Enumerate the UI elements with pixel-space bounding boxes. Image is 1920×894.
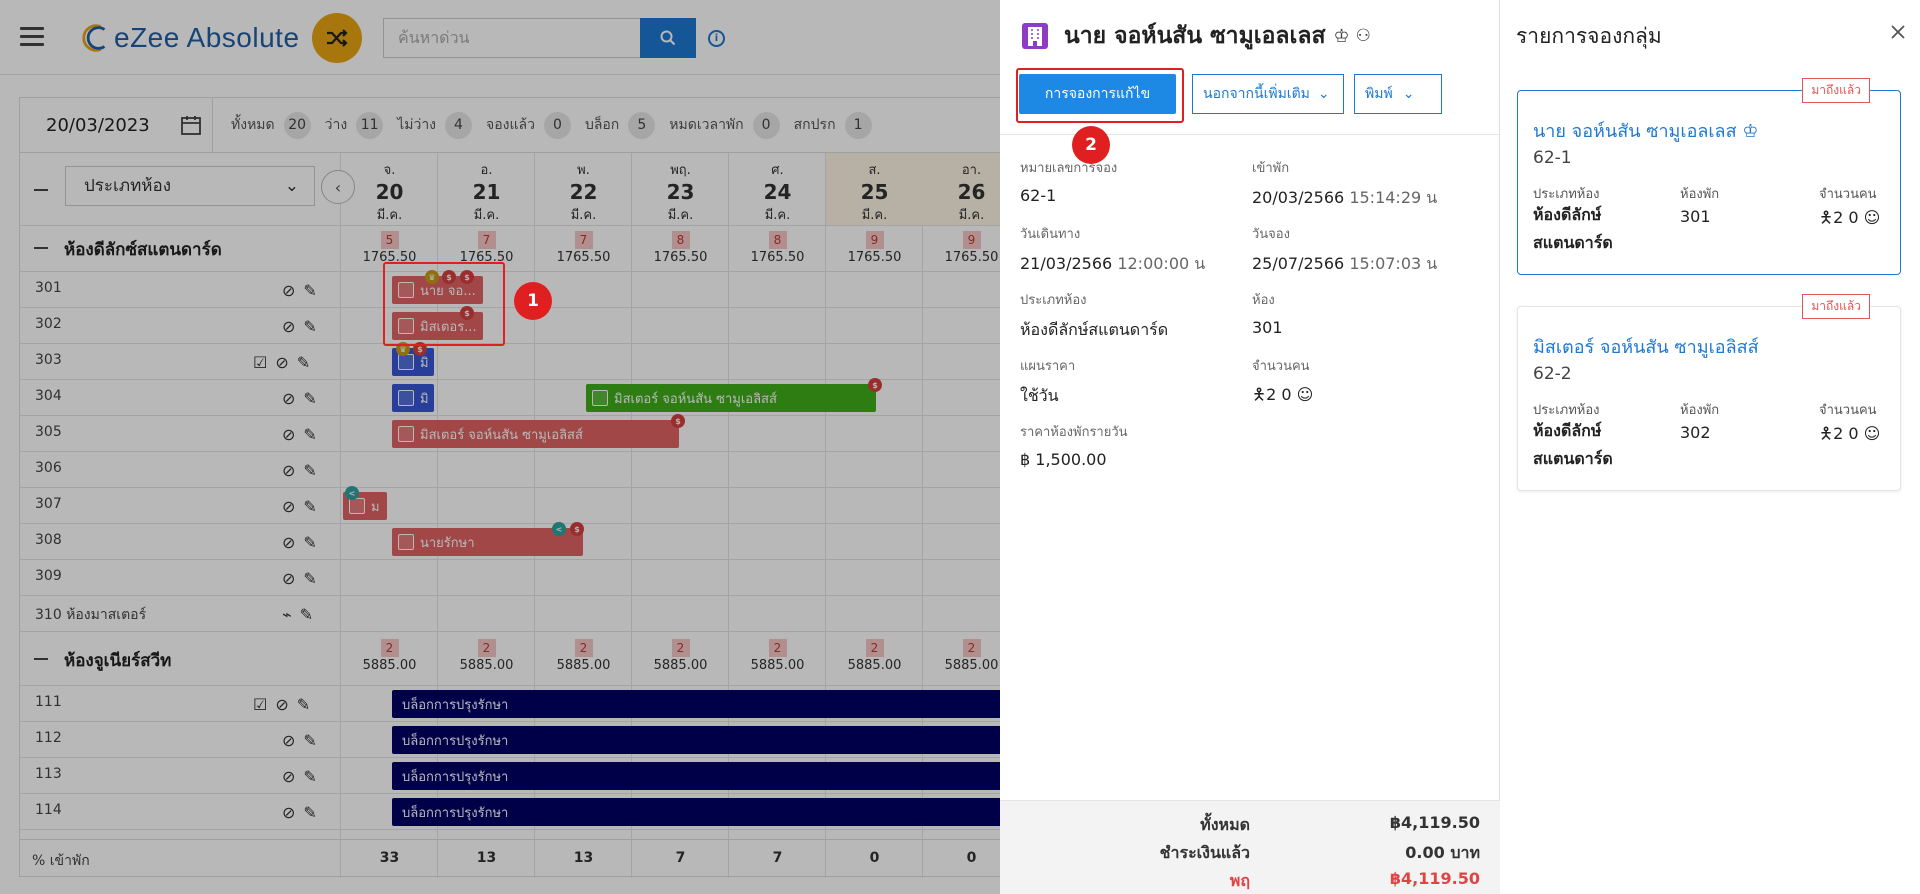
card-field-label: ห้องพัก	[1680, 403, 1720, 418]
card-room-type: ห้องดีลักษ์ สแตนดาร์ด	[1533, 205, 1613, 252]
field-label: ประเภทห้อง	[1020, 293, 1087, 308]
card-room: 302	[1680, 423, 1711, 442]
card-pax: 🯅2 0 ☺	[1819, 207, 1880, 234]
field-label: ห้อง	[1252, 293, 1275, 308]
card-field-label: ห้องพัก	[1680, 187, 1720, 202]
card-guest-name[interactable]: นาย จอห์นสัน ซามูเอลเลส ♔	[1533, 116, 1758, 145]
rate-plan-field: แผนราคาใช้วัน	[1020, 355, 1075, 409]
adult-icon: 🯅	[1819, 424, 1834, 443]
more-actions-label: นอกจากนี้เพิ่มเติม	[1203, 86, 1310, 102]
child-icon: ☺	[1858, 424, 1881, 443]
step-marker-2: 2	[1072, 126, 1110, 164]
print-label: พิมพ์	[1365, 86, 1393, 102]
total-value: ฿4,119.50	[1389, 813, 1480, 832]
card-field-label: จำนวนคน	[1819, 187, 1877, 202]
checkin-time: 15:14:29 น	[1349, 188, 1438, 207]
card-room: 301	[1680, 207, 1711, 226]
field-label: แผนราคา	[1020, 359, 1076, 374]
chevron-down-icon: ⌄	[1402, 86, 1415, 102]
pax-value: 2 0	[1833, 424, 1859, 443]
field-label: จำนวนคน	[1252, 359, 1310, 374]
pax-value: 2 0	[1266, 385, 1292, 404]
group-reservation-card[interactable]: มาถึงแล้ว นาย จอห์นสัน ซามูเอลเลส ♔ 62-1…	[1517, 78, 1901, 275]
close-icon[interactable]	[1890, 24, 1906, 40]
adult-icon: 🯅	[1252, 385, 1267, 404]
departure-time: 12:00:00 น	[1117, 254, 1206, 273]
field-label: หมายเลขการจอง	[1020, 161, 1118, 176]
booking-date: 25/07/2566	[1252, 254, 1345, 273]
guest-name: นาย จอห์นสัน ซามูเอลเลส	[1064, 23, 1326, 49]
card-field-label: จำนวนคน	[1819, 403, 1877, 418]
field-value: 🯅2 0 ☺	[1252, 384, 1313, 411]
field-value: 25/07/2566 15:07:03 น	[1252, 252, 1437, 277]
daily-rate-field: ราคาห้องพักรายวัน฿ 1,500.00	[1020, 421, 1128, 469]
arrived-badge: มาถึงแล้ว	[1802, 78, 1870, 103]
total-label: ทั้งหมด	[1200, 815, 1250, 834]
field-value: 20/03/2566 15:14:29 น	[1252, 186, 1437, 211]
field-label: ราคาห้องพักรายวัน	[1020, 425, 1128, 440]
adult-icon: 🯅	[1819, 208, 1834, 227]
departure-field: วันเดินทาง 21/03/2566 12:00:00 น	[1020, 223, 1205, 277]
child-icon: ☺	[1858, 208, 1881, 227]
field-value: 62-1	[1020, 186, 1057, 205]
checkin-date: 20/03/2566	[1252, 188, 1345, 207]
card-room-type: ห้องดีลักษ์ สแตนดาร์ด	[1533, 421, 1613, 468]
booking-date-field: วันจอง 25/07/2566 15:07:03 น	[1252, 223, 1437, 277]
field-value: 21/03/2566 12:00:00 น	[1020, 252, 1205, 277]
group-reservation-panel: รายการจองกลุ่ม มาถึงแล้ว นาย จอห์นสัน ซา…	[1500, 0, 1920, 894]
highlight-box-2	[1016, 68, 1184, 123]
card-reservation-number: 62-2	[1533, 364, 1572, 384]
guest-profile-icon[interactable]: ⚇	[1356, 26, 1371, 46]
modal-backdrop[interactable]	[0, 0, 1000, 894]
field-label: วันจอง	[1252, 227, 1290, 242]
highlight-box-1	[383, 262, 505, 346]
card-pax: 🯅2 0 ☺	[1819, 423, 1880, 450]
chevron-down-icon: ⌄	[1317, 86, 1330, 102]
paid-label: ชำระเงินแล้ว	[1159, 843, 1250, 862]
card-reservation-number: 62-1	[1533, 148, 1572, 168]
more-actions-dropdown[interactable]: นอกจากนี้เพิ่มเติม ⌄	[1192, 74, 1344, 114]
field-label: เข้าพัก	[1252, 161, 1290, 176]
pax-field: จำนวนคน 🯅2 0 ☺	[1252, 355, 1313, 411]
paid-value: 0.00 บาท	[1405, 843, 1480, 862]
card-guest-name-text: นาย จอห์นสัน ซามูเอลเลส	[1533, 121, 1737, 142]
field-value: ใช้วัน	[1020, 386, 1059, 405]
field-value: ฿ 1,500.00	[1020, 450, 1107, 469]
checkin-field: เข้าพัก 20/03/2566 15:14:29 น	[1252, 157, 1437, 211]
arrived-badge: มาถึงแล้ว	[1802, 294, 1870, 319]
child-icon: ☺	[1291, 385, 1314, 404]
field-label: วันเดินทาง	[1020, 227, 1081, 242]
room-field: ห้อง 301	[1252, 289, 1283, 337]
group-panel-title: รายการจองกลุ่ม	[1516, 24, 1662, 48]
reservation-title: นาย จอห์นสัน ซามูเอลเลส ♔ ⚇	[1020, 18, 1371, 54]
vip-crown-icon: ♔	[1333, 25, 1350, 47]
card-guest-name[interactable]: มิสเตอร์ จอห์นสัน ซามูเอลิสส์	[1533, 332, 1759, 361]
totals-section: ทั้งหมด ฿4,119.50 ชำระเงินแล้ว 0.00 บาท พฤ…	[1000, 800, 1500, 894]
field-value: ห้องดีลักษ์สแตนดาร์ด	[1020, 320, 1169, 339]
field-value: 301	[1252, 318, 1283, 337]
reservation-number-field: หมายเลขการจอง 62-1	[1020, 157, 1117, 205]
room-type-field: ประเภทห้องห้องดีลักษ์สแตนดาร์ด	[1020, 289, 1168, 343]
building-icon	[1022, 23, 1048, 49]
vip-crown-icon: ♔	[1742, 121, 1759, 142]
pax-value: 2 0	[1833, 208, 1859, 227]
booking-time: 15:07:03 น	[1349, 254, 1438, 273]
balance-label: พฤ	[1229, 871, 1250, 890]
balance-value: ฿4,119.50	[1389, 869, 1480, 888]
departure-date: 21/03/2566	[1020, 254, 1113, 273]
step-marker-1: 1	[514, 282, 552, 320]
group-reservation-card[interactable]: มาถึงแล้ว มิสเตอร์ จอห์นสัน ซามูเอลิสส์ …	[1517, 294, 1901, 491]
print-dropdown[interactable]: พิมพ์ ⌄	[1354, 74, 1442, 114]
